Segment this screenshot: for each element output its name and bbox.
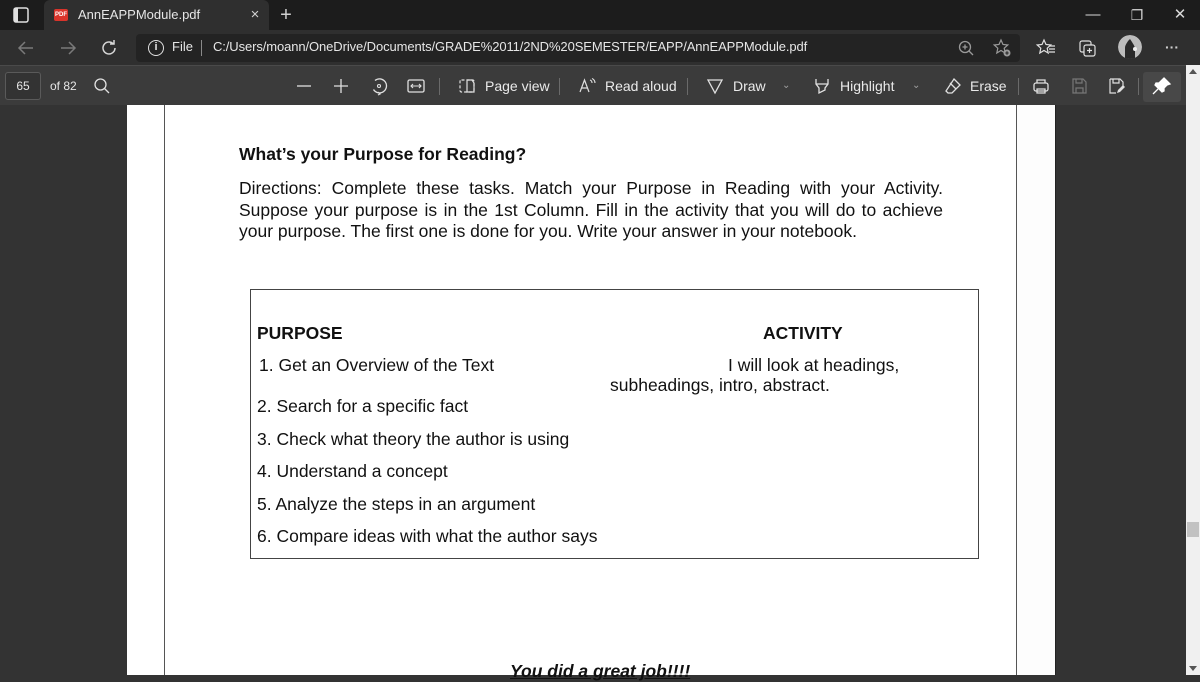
toolbar-separator [439,78,440,95]
favorites-icon[interactable] [1034,36,1058,60]
address-separator [201,40,202,56]
highlight-icon[interactable] [812,76,832,96]
collections-icon[interactable] [1076,36,1100,60]
draw-button[interactable]: Draw [733,78,766,94]
address-bar[interactable]: i File C:/Users/moann/OneDrive/Documents… [136,34,1020,62]
table-row-activity: subheadings, intro, abstract. [610,375,830,395]
adjacent-page [1017,105,1056,675]
toolbar-separator [1018,78,1019,95]
pdf-toolbar: 65 of 82 Page view Read aloud Draw ⌄ Hig… [0,65,1186,105]
browser-tab-active[interactable]: PDF AnnEAPPModule.pdf × [44,0,269,30]
print-icon[interactable] [1031,76,1051,96]
page-total-label: of 82 [50,79,77,93]
column-header-purpose: PURPOSE [257,323,343,343]
closing-message: You did a great job!!!! [510,661,691,681]
toolbar-separator [559,78,560,95]
directions-paragraph: Directions: Complete these tasks. Match … [239,178,943,241]
scrollbar-thumb[interactable] [1187,522,1199,537]
page-margin-line [164,105,165,675]
highlight-button[interactable]: Highlight [840,78,894,94]
purpose-activity-table [250,289,979,559]
page-number-input[interactable]: 65 [5,72,41,100]
zoom-icon[interactable] [954,36,978,60]
restore-button[interactable]: ❐ [1117,0,1157,30]
page-view-icon[interactable] [457,76,477,96]
tab-actions-icon[interactable] [12,6,30,24]
more-icon[interactable]: ··· [1160,36,1184,60]
back-icon[interactable] [14,36,38,60]
search-icon[interactable] [92,76,112,96]
toolbar-separator [1138,78,1139,95]
toolbar-separator [687,78,688,95]
add-favorite-icon[interactable] [990,36,1014,60]
profile-avatar[interactable] [1118,35,1142,59]
table-row-purpose: 2. Search for a specific fact [257,396,469,416]
fit-width-icon[interactable] [406,76,426,96]
scroll-down-arrow-icon[interactable] [1189,666,1197,671]
table-row-purpose: 5. Analyze the steps in an argument [257,494,536,514]
minimize-button[interactable]: — [1073,0,1113,30]
read-aloud-button[interactable]: Read aloud [605,78,677,94]
site-info-icon[interactable]: i [148,40,164,56]
close-window-button[interactable]: ✕ [1160,0,1200,30]
erase-button[interactable]: Erase [970,78,1007,94]
tab-close-button[interactable]: × [246,6,264,24]
new-tab-button[interactable]: + [276,5,296,25]
eraser-icon[interactable] [943,76,963,96]
save-as-icon[interactable] [1106,76,1126,96]
tab-strip: PDF AnnEAPPModule.pdf × + — ❐ ✕ [0,0,1200,30]
table-row-purpose: 1. Get an Overview of the Text [259,355,495,375]
tab-title: AnnEAPPModule.pdf [78,7,201,22]
pin-toolbar-button[interactable] [1143,72,1181,102]
zoom-out-button[interactable] [294,76,314,96]
zoom-in-button[interactable] [331,76,351,96]
vertical-scrollbar[interactable] [1186,65,1200,675]
read-aloud-icon[interactable] [577,76,597,96]
column-header-activity: ACTIVITY [763,323,843,343]
highlight-options-chevron-icon[interactable]: ⌄ [912,80,920,91]
rotate-icon[interactable] [369,76,389,96]
table-row-purpose: 3. Check what theory the author is using [257,429,570,449]
section-heading: What’s your Purpose for Reading? [239,144,527,164]
url-text[interactable]: C:/Users/moann/OneDrive/Documents/GRADE%… [213,39,807,54]
save-icon [1069,76,1089,96]
scheme-label[interactable]: File [172,39,193,54]
page-view-button[interactable]: Page view [485,78,550,94]
pdf-file-icon: PDF [54,9,68,21]
table-row-purpose: 4. Understand a concept [257,461,448,481]
refresh-icon[interactable] [97,36,121,60]
table-row-purpose: 6. Compare ideas with what the author sa… [257,526,598,546]
table-row-activity: I will look at headings, [728,355,900,375]
forward-icon[interactable] [56,36,80,60]
scroll-up-arrow-icon[interactable] [1189,69,1197,74]
draw-icon[interactable] [705,76,725,96]
draw-options-chevron-icon[interactable]: ⌄ [782,80,790,91]
